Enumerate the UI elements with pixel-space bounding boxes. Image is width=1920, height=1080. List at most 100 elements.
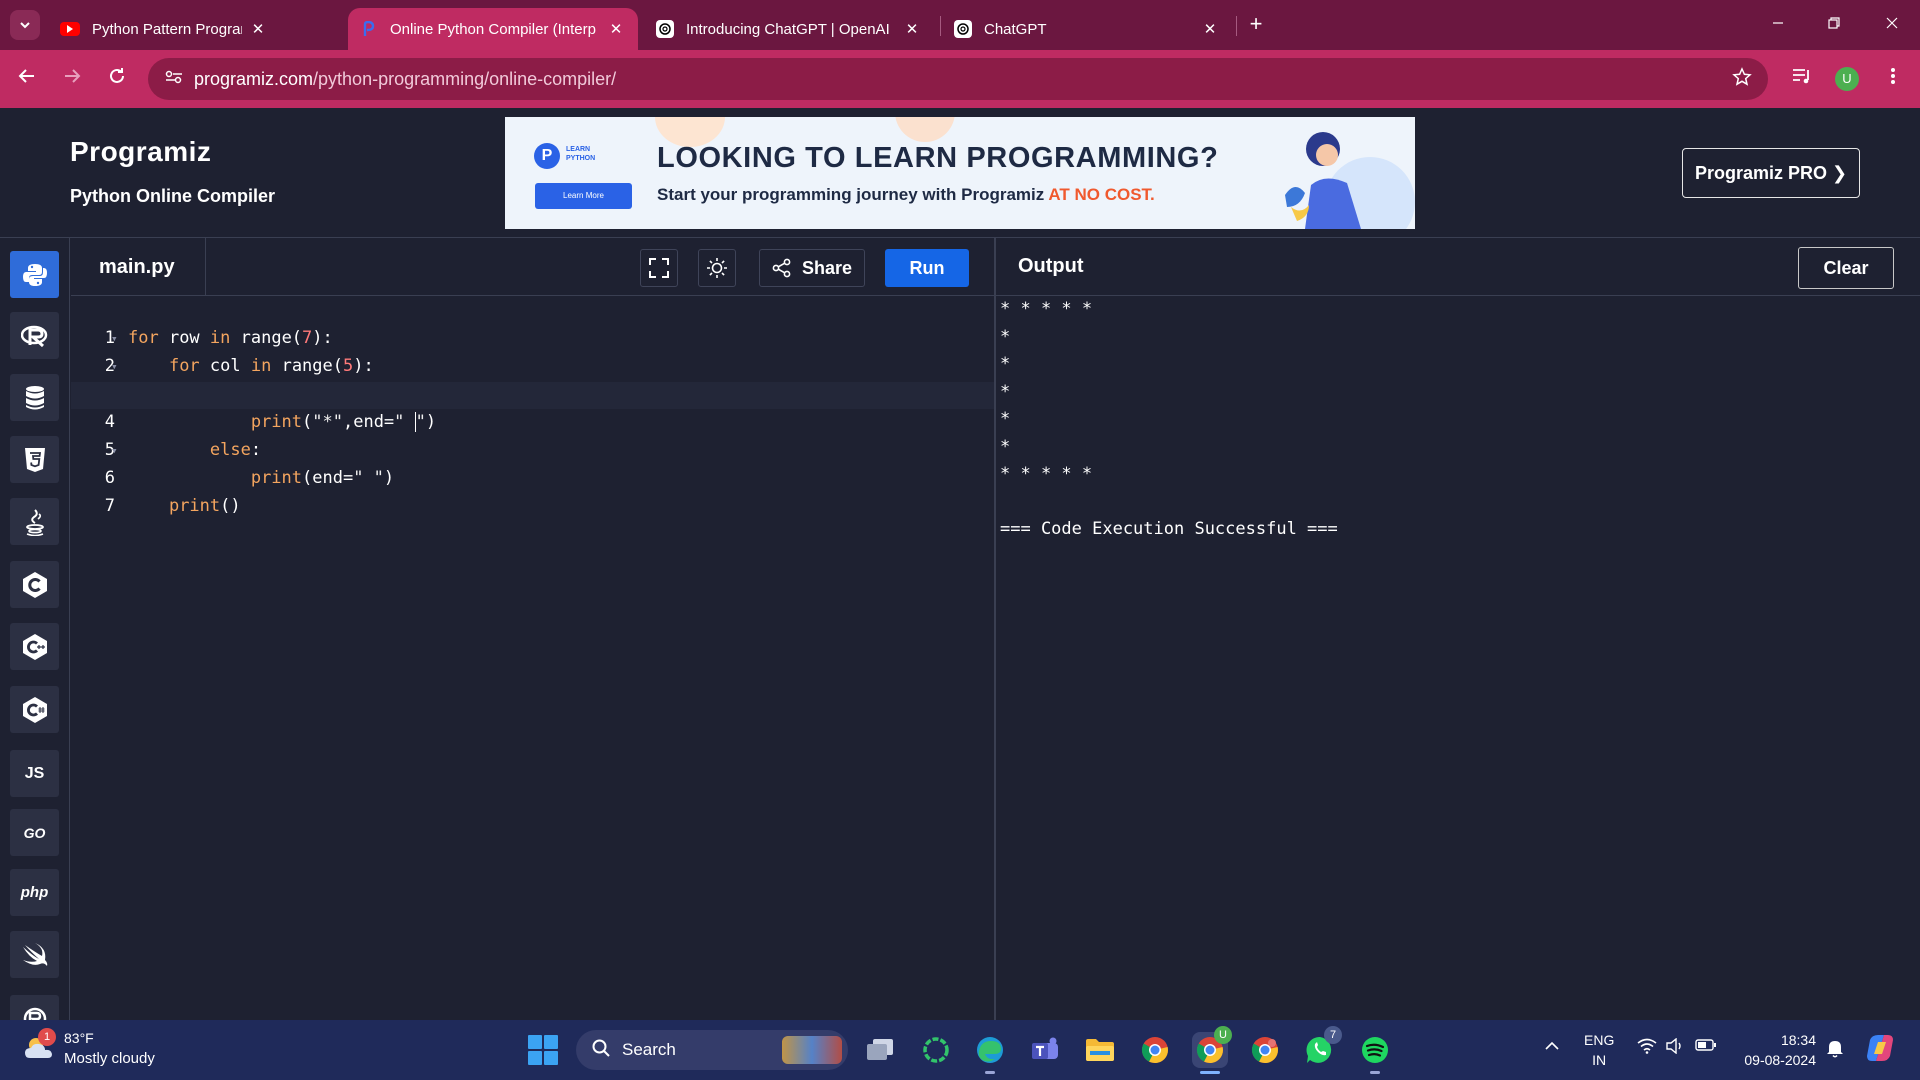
file-tab-main-py[interactable]: main.py bbox=[71, 238, 206, 296]
sidebar-item-php[interactable]: php bbox=[10, 869, 59, 916]
sidebar-item-c[interactable] bbox=[10, 561, 59, 608]
code-line: 7 print() bbox=[71, 466, 995, 516]
sidebar-item-r[interactable] bbox=[10, 312, 59, 359]
taskbar-app-chrome-profile-u[interactable]: U bbox=[1192, 1026, 1232, 1074]
windows-logo-icon bbox=[528, 1035, 542, 1049]
banner-learn-more-button[interactable]: Learn More bbox=[535, 183, 632, 209]
url-path: /python-programming/online-compiler/ bbox=[313, 68, 617, 89]
sidebar-item-python[interactable] bbox=[10, 251, 59, 298]
taskbar-app-loader[interactable] bbox=[918, 1032, 954, 1068]
sidebar-item-csharp[interactable] bbox=[10, 686, 59, 733]
sidebar-item-swift[interactable] bbox=[10, 931, 59, 978]
tab-online-python-compiler[interactable]: Online Python Compiler (Interp ✕ bbox=[348, 8, 638, 50]
arrow-right-icon bbox=[65, 69, 81, 83]
tab-chatgpt[interactable]: ChatGPT ✕ bbox=[942, 8, 1232, 50]
browser-menu-button[interactable] bbox=[1878, 64, 1908, 94]
reload-icon bbox=[110, 68, 124, 83]
ad-banner[interactable]: P LEARN PYTHON Learn More LOOKING TO LEAR… bbox=[505, 117, 1415, 229]
share-button[interactable]: Share bbox=[759, 249, 865, 287]
taskbar-search[interactable]: Search bbox=[576, 1030, 848, 1070]
programiz-pro-button[interactable]: Programiz PRO ❯ bbox=[1682, 148, 1860, 198]
run-button[interactable]: Run bbox=[885, 249, 969, 287]
fullscreen-icon bbox=[649, 258, 669, 278]
taskbar-app-edge[interactable] bbox=[972, 1032, 1008, 1074]
back-button[interactable] bbox=[12, 64, 42, 94]
output-header: Output Clear bbox=[996, 238, 1920, 296]
sidebar-item-go[interactable]: GO bbox=[10, 809, 59, 856]
close-window-button[interactable] bbox=[1872, 10, 1912, 40]
arrow-left-icon bbox=[18, 69, 34, 83]
tab-title: ChatGPT bbox=[984, 20, 1047, 38]
show-hidden-icons-button[interactable] bbox=[1544, 1038, 1560, 1059]
pane-divider[interactable] bbox=[994, 238, 996, 1020]
sidebar-item-cpp[interactable] bbox=[10, 623, 59, 670]
bookmark-star-icon[interactable] bbox=[1732, 67, 1752, 93]
notification-bell-icon[interactable] bbox=[1826, 1038, 1844, 1063]
new-tab-button[interactable]: + bbox=[1243, 12, 1269, 38]
r-language-icon bbox=[20, 325, 47, 347]
programiz-logo[interactable]: Programiz bbox=[70, 136, 211, 168]
sidebar-item-java[interactable] bbox=[10, 498, 59, 545]
fullscreen-button[interactable] bbox=[640, 249, 678, 287]
reading-list-button[interactable] bbox=[1787, 64, 1817, 94]
restore-button[interactable] bbox=[1814, 10, 1854, 40]
start-button[interactable] bbox=[528, 1035, 558, 1065]
profile-avatar[interactable]: U bbox=[1835, 67, 1859, 91]
running-indicator bbox=[1370, 1071, 1380, 1074]
more-vertical-icon bbox=[1891, 68, 1895, 84]
code-text: print() bbox=[168, 496, 241, 516]
taskbar-app-whatsapp[interactable]: 7 bbox=[1302, 1026, 1342, 1068]
taskbar-app-spotify[interactable] bbox=[1357, 1032, 1393, 1074]
weather-temperature[interactable]: 83°F bbox=[64, 1030, 94, 1046]
taskbar-app-chrome[interactable] bbox=[1137, 1032, 1173, 1068]
search-icon bbox=[592, 1039, 610, 1062]
weather-description[interactable]: Mostly cloudy bbox=[64, 1050, 155, 1067]
address-bar[interactable]: programiz.com/python-programming/online-… bbox=[148, 58, 1768, 100]
browser-toolbar: programiz.com/python-programming/online-… bbox=[0, 50, 1920, 108]
spotify-icon bbox=[1362, 1037, 1388, 1063]
close-icon[interactable]: ✕ bbox=[1200, 20, 1220, 38]
language-sidebar: JS GO php bbox=[0, 238, 70, 1020]
wifi-icon[interactable] bbox=[1637, 1038, 1657, 1059]
swift-icon bbox=[22, 942, 47, 966]
tab-python-pattern-programs[interactable]: Python Pattern Programs - Print ✕ bbox=[48, 8, 280, 50]
clear-button[interactable]: Clear bbox=[1798, 247, 1894, 289]
site-settings-icon[interactable] bbox=[154, 70, 194, 89]
close-icon[interactable]: ✕ bbox=[902, 20, 922, 38]
system-clock[interactable]: 18:34 09-08-2024 bbox=[1734, 1030, 1816, 1070]
tab-introducing-chatgpt[interactable]: Introducing ChatGPT | OpenAI ✕ bbox=[644, 8, 934, 50]
theme-toggle-button[interactable] bbox=[698, 249, 736, 287]
taskbar-app-teams[interactable] bbox=[1027, 1032, 1063, 1068]
browser-tab-strip: Python Pattern Programs - Print ✕ Online… bbox=[0, 0, 1920, 50]
volume-icon[interactable] bbox=[1665, 1037, 1685, 1059]
copilot-icon bbox=[1867, 1035, 1893, 1061]
programiz-icon bbox=[360, 20, 378, 38]
code-editor[interactable]: 1 ▾ for row in range(7): 2 ▾ for col in ran… bbox=[71, 297, 995, 1020]
c-language-icon bbox=[22, 571, 47, 598]
openai-icon bbox=[954, 20, 972, 38]
taskbar-app-file-explorer[interactable] bbox=[1082, 1032, 1118, 1068]
reload-button[interactable] bbox=[102, 64, 132, 94]
url-domain: programiz.com bbox=[194, 68, 314, 89]
sidebar-item-rust[interactable] bbox=[10, 995, 59, 1020]
input-language-indicator[interactable]: ENG IN bbox=[1584, 1030, 1614, 1070]
chrome-profile-badge: U bbox=[1214, 1026, 1232, 1044]
tab-search-button[interactable] bbox=[10, 10, 40, 40]
sidebar-item-html[interactable] bbox=[10, 436, 59, 483]
battery-icon[interactable] bbox=[1695, 1038, 1717, 1057]
taskbar-app-chrome-profile-2[interactable] bbox=[1247, 1032, 1283, 1068]
close-icon[interactable]: ✕ bbox=[248, 20, 268, 38]
output-title: Output bbox=[1018, 255, 1084, 277]
copilot-button[interactable] bbox=[1862, 1030, 1898, 1066]
chevron-up-icon bbox=[1545, 1041, 1559, 1050]
task-view-button[interactable] bbox=[862, 1032, 898, 1068]
sun-icon bbox=[707, 258, 727, 278]
sidebar-item-javascript[interactable]: JS bbox=[10, 750, 59, 797]
forward-button[interactable] bbox=[57, 64, 87, 94]
minimize-button[interactable] bbox=[1758, 10, 1798, 40]
ring-app-icon bbox=[923, 1037, 949, 1063]
code-line: 1 ▾ for row in range(7): bbox=[71, 298, 995, 348]
java-icon bbox=[25, 508, 44, 536]
close-icon[interactable]: ✕ bbox=[606, 20, 626, 38]
sidebar-item-sql[interactable] bbox=[10, 374, 59, 421]
